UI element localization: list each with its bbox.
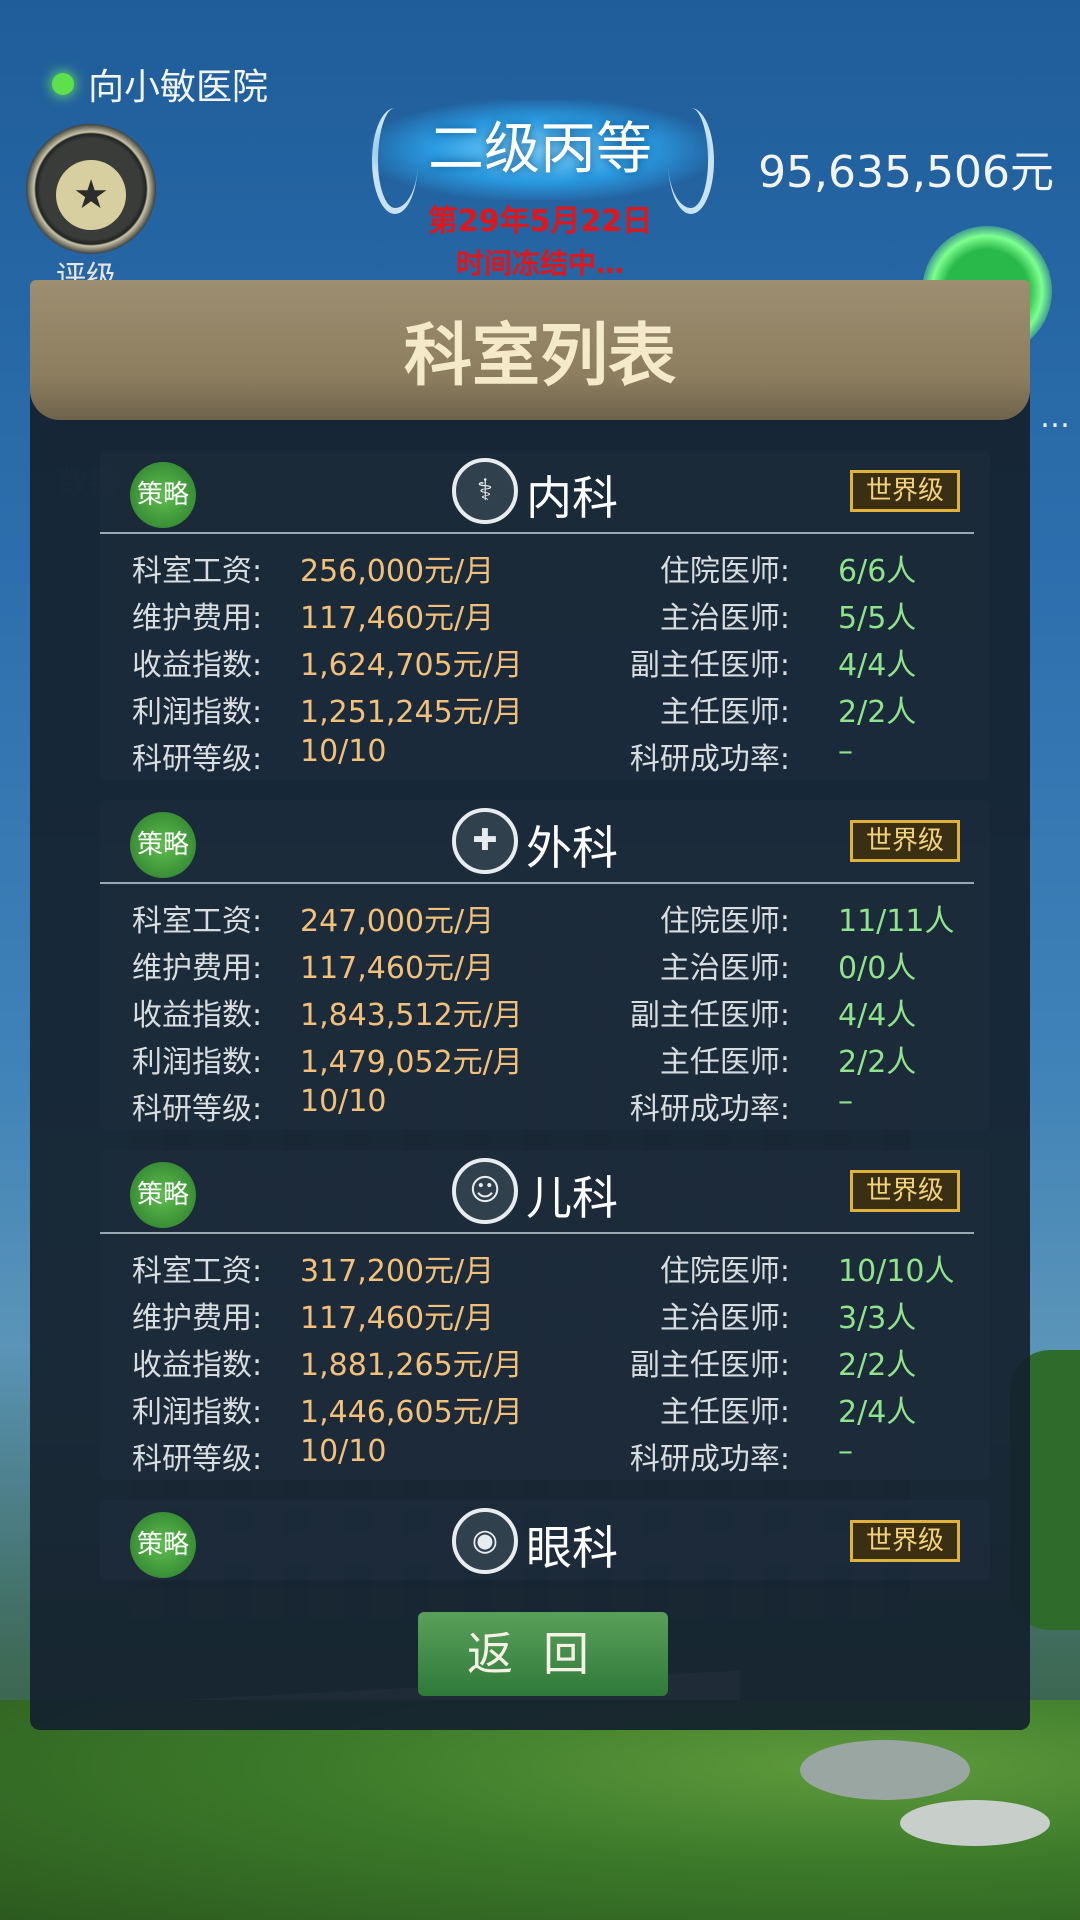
world-level-badge: 世界级 <box>850 1170 960 1212</box>
research-value: 10/10 <box>300 1434 387 1469</box>
maintenance-label: 维护费用: <box>132 1301 263 1336</box>
research-label: 科研等级: <box>132 742 263 777</box>
game-date: 第29年5月22日 <box>427 204 653 239</box>
chief-value: 2/2人 <box>838 1045 917 1080</box>
department-name: 内科 <box>526 471 618 525</box>
resident-value: 6/6人 <box>838 554 917 589</box>
chief-label: 主任医师: <box>659 1395 790 1430</box>
internal-medicine-icon: ⚕ <box>452 458 518 524</box>
profit-value: 1,446,605元/月 <box>300 1395 523 1430</box>
pediatrics-icon: ☺ <box>452 1158 518 1224</box>
medal-icon: ★ <box>56 160 126 230</box>
research-rate-label: 科研成功率: <box>629 1442 790 1477</box>
strategy-button[interactable]: 策略 <box>130 1512 196 1578</box>
back-button[interactable]: 返回 <box>418 1612 668 1696</box>
revenue-value: 1,624,705元/月 <box>300 648 523 683</box>
research-rate-value: – <box>838 1084 853 1119</box>
research-label: 科研等级: <box>132 1442 263 1477</box>
resident-label: 住院医师: <box>659 904 790 939</box>
divider <box>100 1232 974 1234</box>
attending-value: 3/3人 <box>838 1301 917 1336</box>
maintenance-value: 117,460元/月 <box>300 601 495 636</box>
profit-value: 1,479,052元/月 <box>300 1045 523 1080</box>
modal-title: 科室列表 <box>403 317 676 396</box>
department-card-internal: 策略 ⚕ 内科 世界级 科室工资: 256,000元/月 住院医师: 6/6人 维护费… <box>100 450 990 780</box>
assoc-chief-label: 副主任医师: <box>629 648 790 683</box>
rock-decoration <box>800 1740 970 1800</box>
world-level-badge: 世界级 <box>850 1520 960 1562</box>
revenue-label: 收益指数: <box>132 1348 263 1383</box>
world-level-badge: 世界级 <box>850 820 960 862</box>
divider <box>100 882 974 884</box>
rock-decoration <box>900 1800 1050 1846</box>
world-level-badge: 世界级 <box>850 470 960 512</box>
department-card-pediatrics: 策略 ☺ 儿科 世界级 科室工资: 317,200元/月 住院医师: 10/10人 维… <box>100 1150 990 1480</box>
salary-label: 科室工资: <box>132 554 263 589</box>
assoc-chief-label: 副主任医师: <box>629 998 790 1033</box>
strategy-button[interactable]: 策略 <box>130 1162 196 1228</box>
revenue-value: 1,843,512元/月 <box>300 998 523 1033</box>
online-status-icon <box>52 73 74 95</box>
maintenance-value: 117,460元/月 <box>300 951 495 986</box>
profit-value: 1,251,245元/月 <box>300 695 523 730</box>
department-name: 外科 <box>526 821 618 875</box>
resident-label: 住院医师: <box>659 1254 790 1289</box>
department-name: 儿科 <box>526 1171 618 1225</box>
chief-value: 2/4人 <box>838 1395 917 1430</box>
research-value: 10/10 <box>300 734 387 769</box>
revenue-label: 收益指数: <box>132 648 263 683</box>
hospital-grade-label: 二级丙等 <box>428 117 652 182</box>
attending-value: 0/0人 <box>838 951 917 986</box>
more-icon[interactable]: … <box>1040 400 1070 435</box>
attending-label: 主治医师: <box>659 601 790 636</box>
ophthalmology-icon: ◉ <box>452 1508 518 1574</box>
profit-label: 利润指数: <box>132 695 263 730</box>
salary-label: 科室工资: <box>132 1254 263 1289</box>
divider <box>100 532 974 534</box>
surgery-icon: ✚ <box>452 808 518 874</box>
department-name: 眼科 <box>526 1521 618 1575</box>
resident-value: 11/11人 <box>838 904 955 939</box>
attending-label: 主治医师: <box>659 951 790 986</box>
salary-value: 256,000元/月 <box>300 554 495 589</box>
maintenance-value: 117,460元/月 <box>300 1301 495 1336</box>
strategy-button[interactable]: 策略 <box>130 462 196 528</box>
attending-value: 5/5人 <box>838 601 917 636</box>
revenue-value: 1,881,265元/月 <box>300 1348 523 1383</box>
research-rate-label: 科研成功率: <box>629 742 790 777</box>
attending-label: 主治医师: <box>659 1301 790 1336</box>
resident-value: 10/10人 <box>838 1254 955 1289</box>
hospital-grade: 二级丙等 <box>370 100 710 200</box>
assoc-chief-value: 2/2人 <box>838 1348 917 1383</box>
salary-value: 247,000元/月 <box>300 904 495 939</box>
assoc-chief-value: 4/4人 <box>838 998 917 1033</box>
profit-label: 利润指数: <box>132 1045 263 1080</box>
maintenance-label: 维护费用: <box>132 601 263 636</box>
department-card-ophthalmology: 策略 ◉ 眼科 世界级 <box>100 1500 990 1580</box>
money-amount: 95,635,506元 <box>758 147 1054 198</box>
maintenance-label: 维护费用: <box>132 951 263 986</box>
research-rate-value: – <box>838 1434 853 1469</box>
chief-value: 2/2人 <box>838 695 917 730</box>
assoc-chief-label: 副主任医师: <box>629 1348 790 1383</box>
profit-label: 利润指数: <box>132 1395 263 1430</box>
chief-label: 主任医师: <box>659 695 790 730</box>
salary-label: 科室工资: <box>132 904 263 939</box>
research-value: 10/10 <box>300 1084 387 1119</box>
resident-label: 住院医师: <box>659 554 790 589</box>
assoc-chief-value: 4/4人 <box>838 648 917 683</box>
strategy-button[interactable]: 策略 <box>130 812 196 878</box>
research-rate-value: – <box>838 734 853 769</box>
chief-label: 主任医师: <box>659 1045 790 1080</box>
department-card-surgery: 策略 ✚ 外科 世界级 科室工资: 247,000元/月 住院医师: 11/11人 维… <box>100 800 990 1130</box>
hospital-name-label: 向小敏医院 <box>88 67 269 108</box>
research-label: 科研等级: <box>132 1092 263 1127</box>
salary-value: 317,200元/月 <box>300 1254 495 1289</box>
hospital-name: 向小敏医院 <box>52 58 268 110</box>
time-status: 时间冻结中… <box>455 247 624 280</box>
revenue-label: 收益指数: <box>132 998 263 1033</box>
research-rate-label: 科研成功率: <box>629 1092 790 1127</box>
rating-button[interactable]: ★ <box>26 124 156 254</box>
